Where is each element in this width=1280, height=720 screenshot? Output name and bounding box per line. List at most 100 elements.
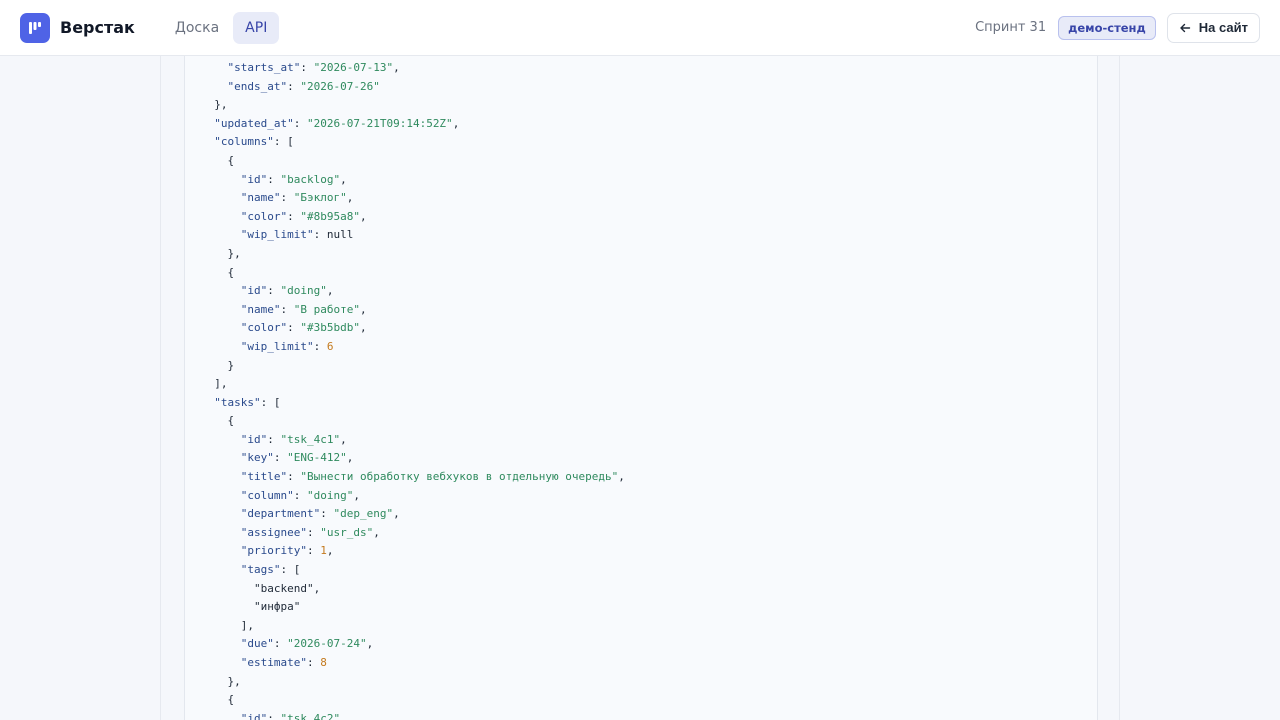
json-token: ,	[346, 451, 354, 465]
json-token: :	[306, 656, 321, 669]
json-token: ,	[359, 302, 367, 316]
code-line: "tags": [	[201, 561, 625, 580]
code-line: {	[201, 152, 625, 171]
json-token: ,	[326, 544, 334, 558]
json-token: :	[267, 172, 281, 186]
code-line: "color": "#8b95a8",	[201, 208, 625, 227]
json-string: "2026-07-26"	[300, 79, 380, 93]
code-line: "priority": 1,	[201, 542, 625, 561]
tab-api[interactable]: API	[233, 11, 280, 44]
code-line: "assignee": "usr_ds",	[201, 524, 625, 543]
json-token: {	[227, 693, 235, 707]
json-token: ,	[618, 470, 625, 484]
json-token: :	[267, 432, 281, 446]
json-token: :	[300, 61, 314, 74]
code-line: "id": "tsk_4c2",	[201, 710, 625, 720]
json-token: :	[287, 470, 301, 484]
app-logo-icon[interactable]	[20, 12, 50, 43]
code-line: ],	[201, 617, 625, 636]
json-key: "column"	[240, 488, 294, 502]
json-number: 6	[326, 339, 334, 353]
json-token: {	[227, 414, 235, 428]
json-token: :	[306, 525, 321, 539]
code-line: "estimate": 8	[201, 654, 625, 673]
tab-board[interactable]: Доска	[163, 12, 231, 44]
json-string: "doing"	[280, 284, 327, 298]
json-key: "title"	[240, 470, 288, 484]
json-token: ,	[359, 321, 367, 335]
json-string: "В работе"	[293, 302, 360, 316]
json-key: "key"	[240, 451, 274, 465]
json-token: :	[273, 451, 288, 465]
code-line: "starts_at": "2026-07-13",	[201, 59, 625, 78]
json-token: :	[287, 321, 301, 335]
json-token: :	[280, 302, 294, 316]
json-token: :	[320, 507, 334, 521]
json-string: "#8b95a8"	[300, 209, 360, 223]
json-token: :	[280, 191, 294, 205]
code-line: {	[201, 412, 625, 431]
code-line: },	[201, 245, 625, 264]
json-token: :	[313, 228, 327, 242]
json-key: "assignee"	[240, 525, 307, 539]
code-line: "name": "В работе",	[201, 301, 625, 320]
json-key: "priority"	[240, 544, 307, 558]
code-line: ],	[201, 375, 625, 394]
json-key: "starts_at"	[227, 61, 301, 74]
json-key: "id"	[240, 172, 268, 186]
json-token: null	[326, 228, 354, 242]
code-line: "id": "backlog",	[201, 171, 625, 190]
code-line: "wip_limit": null	[201, 226, 625, 245]
json-token: :	[287, 209, 301, 223]
json-string: "Бэклог"	[293, 191, 347, 205]
json-token: ,	[393, 61, 400, 74]
json-key: "name"	[240, 302, 281, 316]
json-code-block: "starts_at": "2026-07-13", "ends_at": "2…	[201, 59, 625, 720]
json-token: ,	[326, 284, 334, 298]
code-line: "column": "doing",	[201, 487, 625, 506]
code-line: "id": "tsk_4c1",	[201, 431, 625, 450]
code-line: "id": "doing",	[201, 282, 625, 301]
code-line: "wip_limit": 6	[201, 338, 625, 357]
json-string: "usr_ds"	[320, 525, 374, 539]
json-token: {	[227, 265, 235, 279]
json-token: : [	[273, 135, 294, 149]
json-token: "инфра"	[253, 600, 301, 614]
json-string: "tsk_4c2"	[280, 711, 341, 720]
json-key: "wip_limit"	[240, 228, 314, 242]
code-line: "name": "Бэклог",	[201, 189, 625, 208]
json-token: ,	[353, 488, 360, 502]
code-line: {	[201, 691, 625, 710]
code-line: "updated_at": "2026-07-21T09:14:52Z",	[201, 115, 625, 134]
json-token: ,	[366, 637, 374, 651]
json-string: "2026-07-13"	[313, 61, 394, 74]
json-key: "wip_limit"	[240, 339, 314, 353]
json-token: :	[313, 339, 327, 353]
json-key: "tasks"	[214, 395, 261, 409]
arrow-left-icon	[1179, 22, 1191, 34]
json-token: ,	[340, 711, 347, 720]
json-token: :	[267, 284, 281, 298]
json-token: }	[227, 358, 235, 372]
json-code-panel[interactable]: "starts_at": "2026-07-13", "ends_at": "2…	[184, 56, 1098, 720]
app-brand-name[interactable]: Верстак	[60, 18, 135, 37]
json-token: :	[287, 79, 301, 93]
json-key: "columns"	[214, 135, 274, 149]
json-token: : [	[280, 563, 301, 577]
json-token: ,	[313, 581, 321, 595]
code-line: }	[201, 357, 625, 376]
json-key: "due"	[240, 637, 274, 651]
json-key: "color"	[240, 321, 288, 335]
code-line: "title": "Вынести обработку вебхуков в о…	[201, 468, 625, 487]
json-token: ,	[340, 432, 347, 446]
environment-badge: демо-стенд	[1058, 15, 1156, 40]
back-to-site-button[interactable]: На сайт	[1166, 12, 1260, 43]
json-token: ,	[373, 525, 380, 539]
json-number: 1	[320, 544, 327, 558]
code-line: "tasks": [	[201, 394, 625, 413]
top-navigation-bar: Верстак Доска API Спринт 31 демо-стенд Н…	[0, 0, 1280, 56]
json-number: 8	[320, 656, 327, 669]
json-key: "tags"	[240, 563, 281, 577]
json-string: "Вынести обработку вебхуков в отдельную …	[300, 470, 619, 484]
json-token: {	[227, 153, 235, 167]
